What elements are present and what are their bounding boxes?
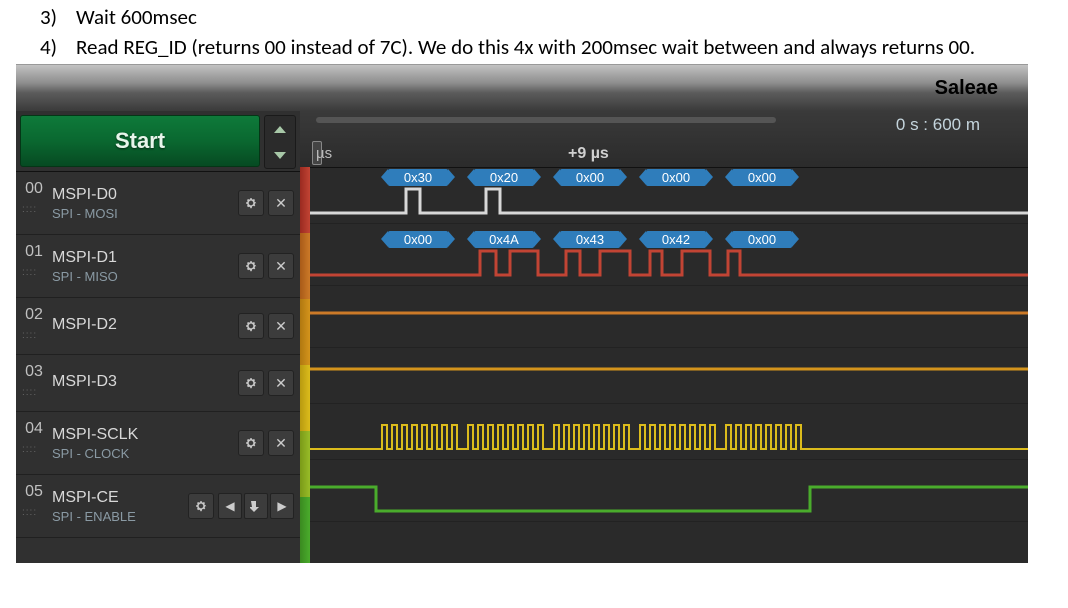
grip-icon[interactable]: :::: <box>22 507 37 518</box>
channel-subtitle: SPI - CLOCK <box>52 446 238 461</box>
start-button[interactable]: Start <box>20 115 260 167</box>
byte-tag: 0x00 <box>732 169 792 186</box>
byte-tag: 0x00 <box>388 231 448 248</box>
channel-row-05: 05 :::: MSPI-CE SPI - ENABLE ◀ ▶ <box>16 475 300 538</box>
list-item-4: Read REG_ID (returns 00 instead of 7C). … <box>76 34 1068 60</box>
titlebar: Saleae <box>16 65 1028 111</box>
track-d3[interactable] <box>310 347 1028 404</box>
channel-name: MSPI-D2 <box>52 316 238 334</box>
byte-tag: 0x00 <box>732 231 792 248</box>
track-mosi[interactable]: 0x30 0x20 0x00 0x00 0x00 <box>310 167 1028 224</box>
settings-button[interactable] <box>188 493 214 519</box>
grip-icon[interactable]: :::: <box>22 267 37 278</box>
trigger-next-button[interactable]: ▶ <box>270 493 294 519</box>
channel-name: MSPI-D0 <box>52 186 238 204</box>
trigger-prev-button[interactable]: ◀ <box>218 493 242 519</box>
grip-icon[interactable]: :::: <box>22 204 37 215</box>
list-num-4: 4) <box>40 34 76 60</box>
list-item-3: Wait 600msec <box>76 4 1068 30</box>
settings-button[interactable] <box>238 313 264 339</box>
settings-button[interactable] <box>238 370 264 396</box>
byte-tag: 0x00 <box>560 169 620 186</box>
gear-icon <box>244 259 258 273</box>
channel-sidebar: Start 00 :::: MSPI-D0 SPI - MOSI ✕ <box>16 111 301 563</box>
time-position-label: 0 s : 600 m <box>896 115 980 135</box>
trigger-falling-button[interactable] <box>244 493 268 519</box>
channel-index: 05 <box>16 475 52 501</box>
close-button[interactable]: ✕ <box>268 253 294 279</box>
color-gutter <box>300 167 310 563</box>
channel-index: 02 <box>16 298 52 324</box>
channel-index: 01 <box>16 235 52 261</box>
logic-analyzer-window: Saleae Start 00 :::: MSPI-D0 SPI - MOSI <box>16 64 1028 563</box>
channel-row-01: 01 :::: MSPI-D1 SPI - MISO ✕ <box>16 235 300 298</box>
d2-waveform <box>310 309 1028 339</box>
time-ruler[interactable]: 0 s : 600 m µs +9 µs <box>300 111 1028 168</box>
d3-waveform <box>310 365 1028 395</box>
track-d2[interactable] <box>310 291 1028 348</box>
channel-index: 03 <box>16 355 52 381</box>
settings-button[interactable] <box>238 253 264 279</box>
byte-tag: 0x4A <box>474 231 534 248</box>
channel-name: MSPI-D3 <box>52 373 238 391</box>
channel-row-04: 04 :::: MSPI-SCLK SPI - CLOCK ✕ <box>16 412 300 475</box>
app-title: Saleae <box>935 77 998 100</box>
channel-name: MSPI-SCLK <box>52 426 238 444</box>
track-ce[interactable] <box>310 465 1028 522</box>
byte-tag: 0x43 <box>560 231 620 248</box>
sclk-waveform <box>310 421 1028 451</box>
list-num-3: 3) <box>40 4 76 30</box>
track-sclk[interactable] <box>310 403 1028 460</box>
doc-text: 3) Wait 600msec 4) Read REG_ID (returns … <box>0 4 1068 60</box>
ce-waveform <box>310 483 1028 513</box>
channel-row-03: 03 :::: MSPI-D3 ✕ <box>16 355 300 412</box>
channel-row-00: 00 :::: MSPI-D0 SPI - MOSI ✕ <box>16 172 300 235</box>
channel-index: 00 <box>16 172 52 198</box>
channel-index: 04 <box>16 412 52 438</box>
settings-button[interactable] <box>238 430 264 456</box>
gear-icon <box>194 499 208 513</box>
falling-edge-icon <box>250 499 262 513</box>
arrow-down-icon[interactable] <box>274 152 286 159</box>
byte-tag: 0x42 <box>646 231 706 248</box>
gear-icon <box>244 436 258 450</box>
grip-icon[interactable]: :::: <box>22 330 37 341</box>
channel-subtitle: SPI - MISO <box>52 269 238 284</box>
close-button[interactable]: ✕ <box>268 430 294 456</box>
channel-name: MSPI-CE <box>52 489 188 507</box>
close-button[interactable]: ✕ <box>268 190 294 216</box>
arrow-up-icon[interactable] <box>274 126 286 133</box>
byte-tag: 0x20 <box>474 169 534 186</box>
ruler-center-label: +9 µs <box>568 145 609 163</box>
channel-subtitle: SPI - MOSI <box>52 206 238 221</box>
waveform-area[interactable]: 0 s : 600 m µs +9 µs 0x30 0x20 0x00 <box>300 111 1028 563</box>
start-row: Start <box>16 111 300 172</box>
close-button[interactable]: ✕ <box>268 370 294 396</box>
grip-icon[interactable]: :::: <box>22 444 37 455</box>
byte-tag: 0x00 <box>646 169 706 186</box>
sample-spinner[interactable] <box>264 115 296 169</box>
byte-tag: 0x30 <box>388 169 448 186</box>
close-button[interactable]: ✕ <box>268 313 294 339</box>
track-miso[interactable]: 0x00 0x4A 0x43 0x42 0x00 <box>310 229 1028 286</box>
channel-name: MSPI-D1 <box>52 249 238 267</box>
gear-icon <box>244 376 258 390</box>
mosi-waveform <box>310 185 1028 215</box>
channel-subtitle: SPI - ENABLE <box>52 509 188 524</box>
settings-button[interactable] <box>238 190 264 216</box>
gear-icon <box>244 319 258 333</box>
grip-icon[interactable]: :::: <box>22 387 37 398</box>
channel-row-02: 02 :::: MSPI-D2 ✕ <box>16 298 300 355</box>
scrollbar-thumb[interactable] <box>316 117 776 123</box>
gear-icon <box>244 196 258 210</box>
miso-waveform <box>310 247 1028 277</box>
ruler-unit-left: µs <box>316 145 332 162</box>
